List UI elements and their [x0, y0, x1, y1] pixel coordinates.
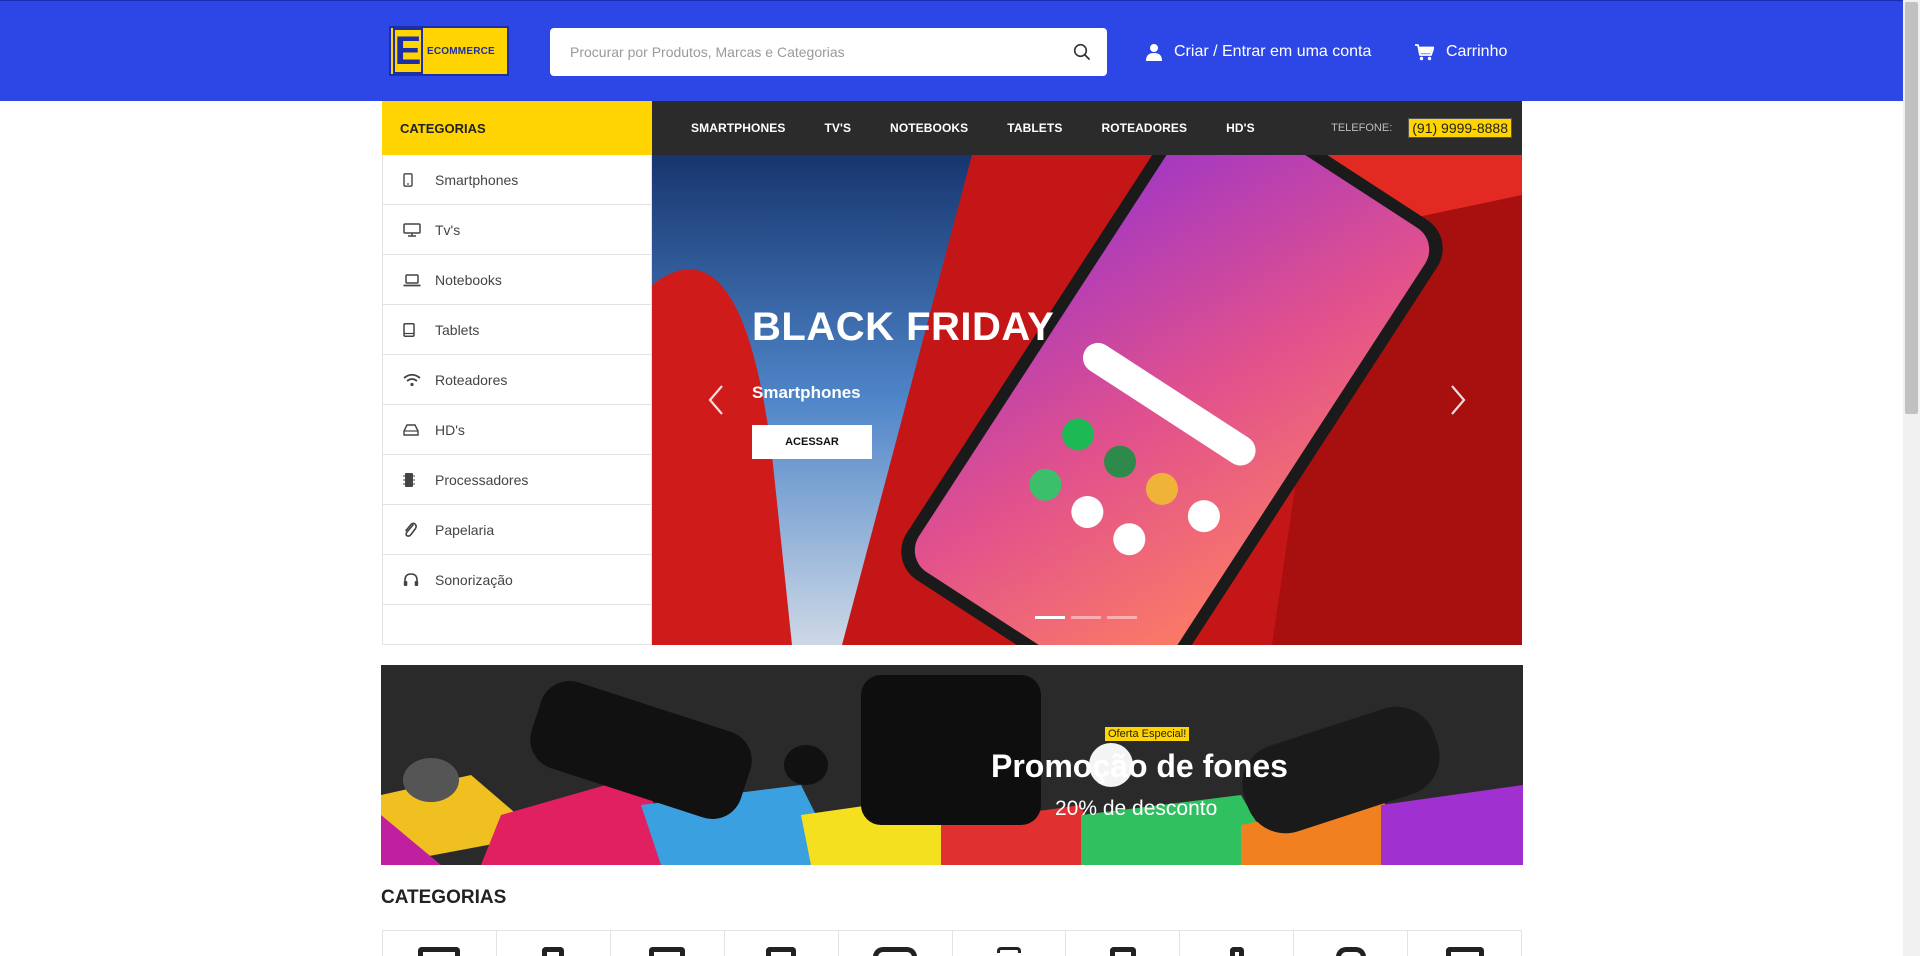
category-item-tvs[interactable]: Tv's	[383, 205, 651, 255]
promo-image	[381, 665, 1523, 865]
category-item-tablets[interactable]: Tablets	[383, 305, 651, 355]
category-item-roteadores[interactable]: Roteadores	[383, 355, 651, 405]
hero-title: BLACK FRIDAY	[752, 305, 1055, 349]
headphones-icon	[403, 571, 427, 589]
category-label: HD's	[435, 421, 465, 438]
smartphone-icon	[403, 171, 427, 189]
category-card-icon	[418, 947, 461, 956]
scrollbar-thumb[interactable]	[1905, 2, 1918, 414]
category-item-papelaria[interactable]: Papelaria	[383, 505, 651, 555]
cart-icon	[1415, 43, 1434, 60]
category-card-icon	[766, 947, 797, 956]
page: E ECOMMERCE Criar / Entrar em uma conta	[0, 0, 1920, 956]
promo-badge: Oferta Especial!	[1105, 727, 1190, 741]
nav-item-smartphones[interactable]: SMARTPHONES	[691, 121, 785, 135]
slider-indicators	[1035, 616, 1143, 619]
category-card-icon	[1335, 947, 1366, 956]
cpu-icon	[403, 471, 427, 489]
account-link[interactable]: Criar / Entrar em uma conta	[1146, 39, 1371, 65]
wifi-icon	[403, 371, 427, 389]
slider-indicator[interactable]	[1071, 616, 1101, 619]
monitor-icon	[403, 221, 427, 239]
hard-drive-icon	[403, 421, 427, 439]
laptop-icon	[403, 271, 427, 289]
site-header: E ECOMMERCE Criar / Entrar em uma conta	[0, 0, 1903, 101]
site-logo[interactable]: E ECOMMERCE	[389, 26, 509, 76]
user-icon	[1146, 44, 1162, 61]
category-card[interactable]	[382, 931, 496, 956]
category-label: Processadores	[435, 471, 529, 488]
promo-subtitle: 20% de desconto	[1055, 797, 1218, 820]
category-card-icon	[873, 947, 918, 956]
page-scrollbar[interactable]	[1903, 0, 1920, 956]
category-item-sonorizacao[interactable]: Sonorização	[383, 555, 651, 605]
phone-info: TELEFONE: (91) 9999-8888	[1331, 118, 1512, 138]
logo-text: ECOMMERCE	[427, 45, 495, 57]
category-item-smartphones[interactable]: Smartphones	[383, 155, 651, 205]
category-label: Tablets	[435, 321, 480, 338]
categories-list: Smartphones Tv's Notebooks Tablets Rotea…	[382, 155, 652, 645]
nav-item-notebooks[interactable]: NOTEBOOKS	[890, 121, 968, 135]
category-card[interactable]	[1293, 931, 1407, 956]
hero-cta-button[interactable]: ACESSAR	[752, 425, 872, 459]
category-card-icon	[1229, 947, 1244, 956]
category-label: Notebooks	[435, 271, 502, 288]
logo-letter: E	[393, 28, 423, 74]
slider-prev-button[interactable]	[704, 383, 728, 417]
category-cards	[382, 930, 1523, 956]
category-card-icon	[649, 947, 686, 956]
category-label: Papelaria	[435, 521, 495, 538]
phone-label: TELEFONE:	[1331, 122, 1393, 134]
nav-item-tvs[interactable]: TV'S	[824, 121, 851, 135]
category-card-icon	[1445, 947, 1484, 956]
chevron-left-icon	[708, 385, 723, 415]
nav-item-roteadores[interactable]: ROTEADORES	[1101, 121, 1187, 135]
slider-indicator[interactable]	[1035, 616, 1065, 619]
categories-header: CATEGORIAS	[382, 101, 652, 155]
account-label: Criar / Entrar em uma conta	[1174, 43, 1372, 60]
category-card[interactable]	[1407, 931, 1523, 956]
category-card[interactable]	[1179, 931, 1293, 956]
category-label: Roteadores	[435, 371, 508, 388]
category-label: Tv's	[435, 221, 461, 238]
categories-section-title: CATEGORIAS	[381, 887, 507, 908]
category-item-notebooks[interactable]: Notebooks	[383, 255, 651, 305]
slider-next-button[interactable]	[1446, 383, 1470, 417]
category-card[interactable]	[837, 931, 952, 956]
category-card[interactable]	[1065, 931, 1179, 956]
main-nav: SMARTPHONES TV'S NOTEBOOKS TABLETS ROTEA…	[652, 101, 1522, 155]
cart-link[interactable]: Carrinho	[1415, 39, 1507, 65]
hero-slider: BLACK FRIDAY Smartphones ACESSAR	[652, 155, 1522, 645]
category-card[interactable]	[951, 931, 1066, 956]
promo-banner[interactable]: Oferta Especial! Promoção de fones 20% d…	[381, 665, 1523, 865]
category-card[interactable]	[609, 931, 724, 956]
nav-item-hds[interactable]: HD'S	[1226, 121, 1255, 135]
category-card[interactable]	[495, 931, 610, 956]
search-bar	[550, 28, 1107, 76]
category-label: Sonorização	[435, 571, 513, 588]
cart-label: Carrinho	[1446, 43, 1508, 60]
search-button[interactable]	[1057, 28, 1107, 76]
category-card-icon	[542, 947, 565, 956]
category-card[interactable]	[723, 931, 838, 956]
category-label: Smartphones	[435, 171, 519, 188]
search-input[interactable]	[550, 28, 1057, 76]
tablet-icon	[403, 321, 427, 339]
paperclip-icon	[403, 521, 427, 539]
promo-title: Promoção de fones	[991, 748, 1288, 784]
chevron-right-icon	[1451, 385, 1466, 415]
category-item-processadores[interactable]: Processadores	[383, 455, 651, 505]
category-card-icon	[1109, 947, 1136, 956]
phone-number[interactable]: (91) 9999-8888	[1408, 118, 1512, 138]
slider-indicator[interactable]	[1107, 616, 1137, 619]
hero-subtitle: Smartphones	[752, 383, 861, 402]
search-icon	[1073, 43, 1090, 60]
nav-item-tablets[interactable]: TABLETS	[1007, 121, 1062, 135]
category-item-hds[interactable]: HD's	[383, 405, 651, 455]
category-card-icon	[996, 947, 1021, 953]
